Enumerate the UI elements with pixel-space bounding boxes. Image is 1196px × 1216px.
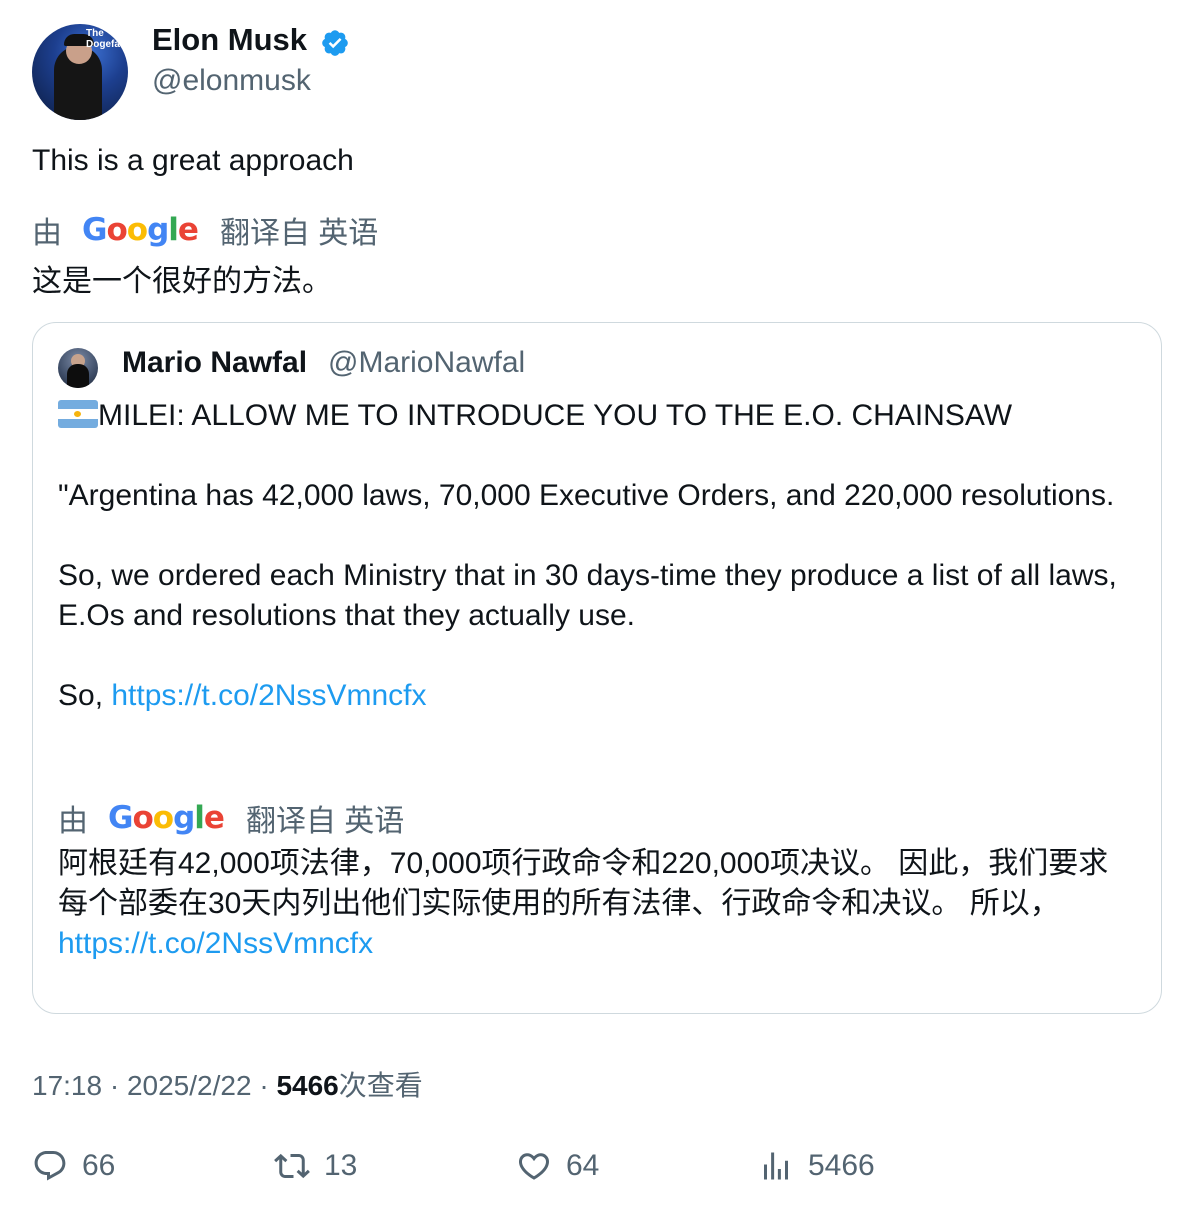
retweet-button[interactable]: 13: [274, 1148, 357, 1184]
quoted-headline: MILEI: ALLOW ME TO INTRODUCE YOU TO THE …: [98, 399, 1013, 432]
argentina-flag-icon: [58, 400, 98, 428]
tweet-time[interactable]: 17:18: [32, 1070, 102, 1101]
quoted-link[interactable]: https://t.co/2NssVmncfx: [111, 679, 426, 712]
tweet-translated-text: 这是一个很好的方法。: [32, 265, 332, 298]
reply-icon: [34, 1151, 66, 1181]
google-logo: Google: [82, 212, 199, 248]
reply-count: 66: [82, 1149, 116, 1182]
quoted-tweet-body: MILEI: ALLOW ME TO INTRODUCE YOU TO THE …: [58, 396, 1138, 716]
meta-separator: ·: [251, 1070, 277, 1101]
quoted-translation-attribution: 由 Google 翻译自 英语: [58, 796, 404, 840]
quoted-translation-prefix: 由: [58, 805, 88, 838]
quoted-author-name[interactable]: Mario Nawfal: [122, 346, 307, 380]
quoted-author-handle[interactable]: @MarioNawfal: [328, 346, 525, 380]
tweet-meta: 17:18 · 2025/2/22 · 5466次查看: [32, 1064, 423, 1104]
quoted-translated-link[interactable]: https://t.co/2NssVmncfx: [58, 927, 373, 960]
avatar-sign-text: The Dogefa: [86, 28, 120, 50]
retweet-count: 13: [324, 1149, 358, 1182]
retweet-icon: [274, 1153, 310, 1179]
translation-suffix: 翻译自 英语: [219, 217, 379, 250]
views-button[interactable]: 5466: [758, 1148, 875, 1184]
quoted-translation-suffix: 翻译自 英语: [245, 805, 405, 838]
tweet-actions-bar: 66 13 64 5466: [32, 1148, 1162, 1196]
view-count: 5466: [276, 1070, 339, 1101]
like-count: 64: [566, 1149, 600, 1182]
quoted-paragraph-2: So, we ordered each Ministry that in 30 …: [58, 559, 1126, 632]
quoted-translated-text: 阿根廷有42,000项法律，70,000项行政命令和220,000项决议。 因此…: [58, 844, 1138, 964]
reply-button[interactable]: 66: [32, 1148, 115, 1184]
analytics-icon: [764, 1152, 788, 1180]
tweet-text: This is a great approach: [32, 144, 354, 177]
google-logo: Google: [108, 800, 225, 836]
quoted-avatar-figure: [67, 364, 89, 388]
author-handle[interactable]: @elonmusk: [152, 64, 311, 98]
author-avatar[interactable]: The Dogefa: [32, 24, 128, 120]
author-name[interactable]: Elon Musk: [152, 22, 307, 58]
quoted-paragraph-3: So,: [58, 679, 112, 712]
quoted-paragraph-1: "Argentina has 42,000 laws, 70,000 Execu…: [58, 479, 1115, 512]
quoted-author-avatar[interactable]: [58, 348, 98, 388]
like-button[interactable]: 64: [516, 1148, 599, 1184]
views-count: 5466: [808, 1149, 875, 1182]
quoted-translated-body: 阿根廷有42,000项法律，70,000项行政命令和220,000项决议。 因此…: [58, 847, 1109, 920]
heart-icon: [518, 1153, 550, 1180]
view-count-label: 次查看: [338, 1070, 423, 1101]
translation-prefix: 由: [32, 217, 62, 250]
verified-badge-icon: [322, 30, 348, 56]
translation-attribution: 由 Google 翻译自 英语: [32, 208, 378, 252]
meta-separator: ·: [102, 1070, 127, 1101]
tweet-date[interactable]: 2025/2/22: [127, 1070, 252, 1101]
